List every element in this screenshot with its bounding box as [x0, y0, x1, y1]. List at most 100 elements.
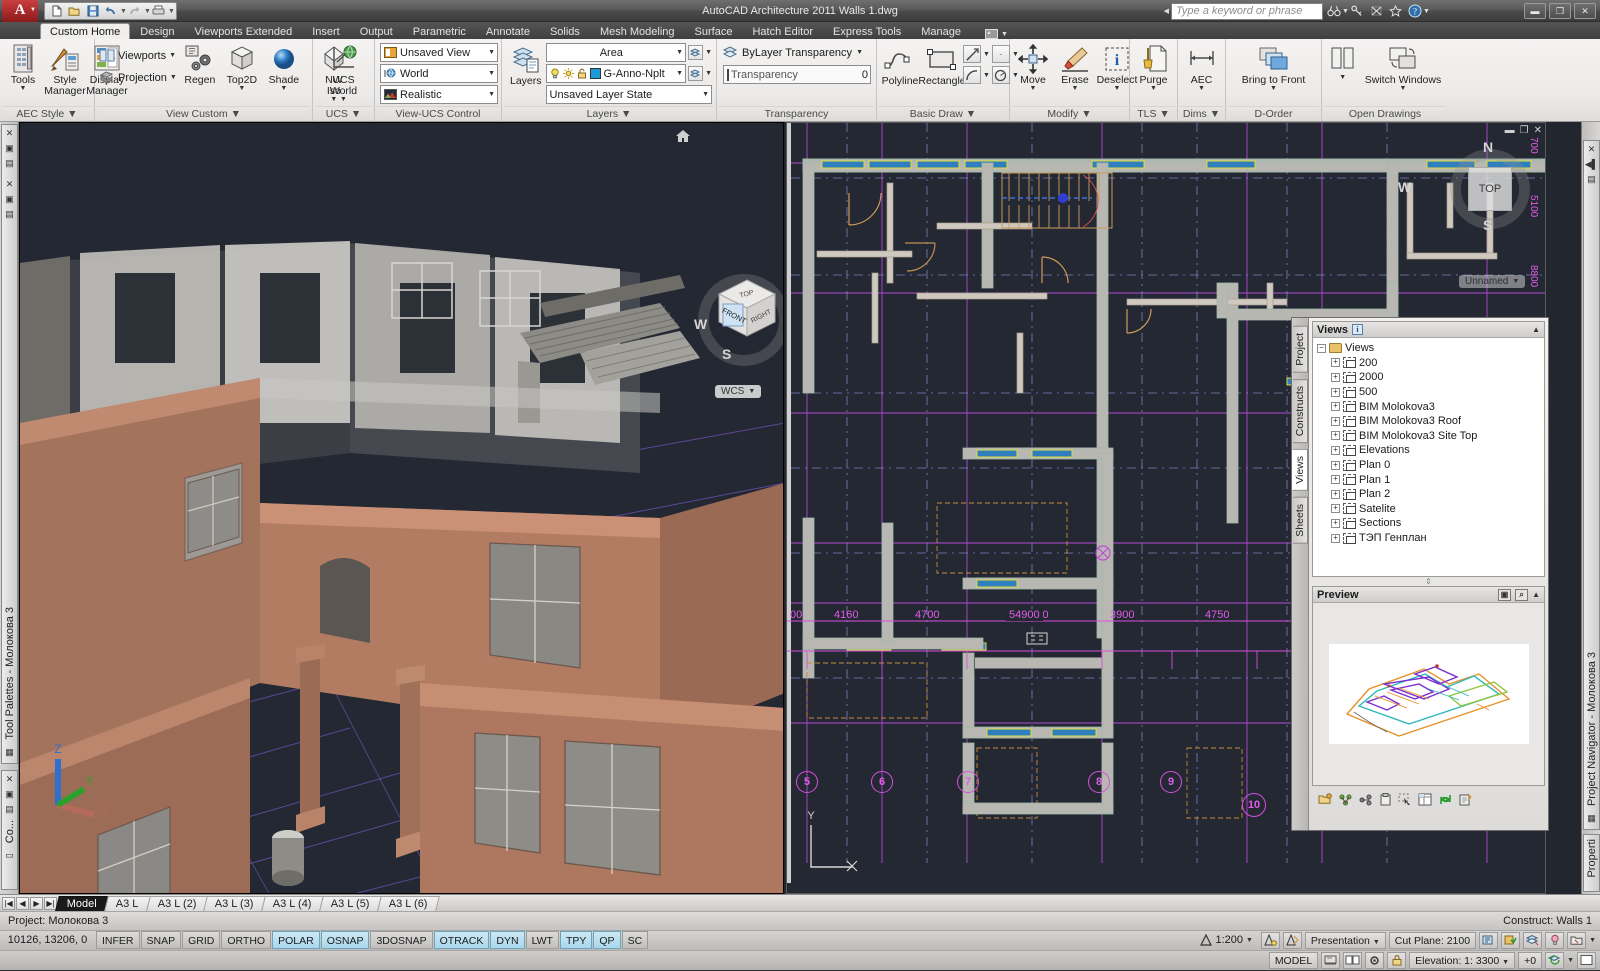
ucs-combo[interactable]: World ▼: [380, 64, 498, 83]
tree-item-plan-0[interactable]: + Plan 0: [1315, 458, 1542, 473]
expand-toggle-icon[interactable]: +: [1331, 431, 1340, 440]
properties-icon[interactable]: ▤: [3, 803, 16, 816]
new-view-icon[interactable]: [1316, 790, 1334, 808]
status-overflow-icon[interactable]: ▼: [1567, 957, 1574, 964]
arc-icon[interactable]: [963, 66, 981, 84]
close-icon[interactable]: ✕: [3, 178, 16, 191]
quick-view-drawings-icon[interactable]: [1321, 952, 1340, 969]
unnamed-ucs-selector[interactable]: Unnamed ▼: [1459, 275, 1525, 288]
search-input[interactable]: Type a keyword or phrase: [1171, 3, 1323, 20]
tree-item-plan-1[interactable]: + Plan 1: [1315, 472, 1542, 487]
chevron-down-icon[interactable]: ▼: [676, 49, 683, 56]
expand-toggle-icon[interactable]: +: [1331, 358, 1340, 367]
arc-dropdown-caret[interactable]: ▼: [983, 72, 990, 79]
tool-palettes-icon[interactable]: ▦: [3, 746, 16, 759]
new-icon[interactable]: [48, 3, 65, 19]
chevron-down-icon[interactable]: ▼: [702, 91, 709, 98]
palette-splitter[interactable]: ⇕: [1312, 577, 1545, 586]
preview-pane-icon[interactable]: ▣: [1498, 589, 1511, 601]
isolate-objects-icon[interactable]: [1567, 932, 1586, 949]
shade-button[interactable]: Shade ▼: [263, 42, 305, 92]
tab-hatch-editor[interactable]: Hatch Editor: [742, 23, 823, 39]
compass-n-2d[interactable]: N: [1483, 139, 1493, 155]
cut-plane-control[interactable]: Cut Plane: 2100: [1389, 932, 1476, 949]
properties-icon[interactable]: ▤: [3, 157, 16, 170]
tree-item-2000[interactable]: + 2000: [1315, 370, 1542, 385]
search-binoculars-icon[interactable]: [1325, 2, 1342, 20]
tree-item-bim-molokova3[interactable]: + BIM Molokova3: [1315, 399, 1542, 414]
next-tab-button[interactable]: ▶: [30, 897, 43, 910]
toggle-tpy[interactable]: TPY: [560, 931, 592, 949]
close-icon[interactable]: ✕: [3, 773, 16, 786]
viewcube-3d[interactable]: N W E S TOP FRONT RIGHT: [692, 268, 784, 378]
switch-windows-dropdown-caret[interactable]: ▼: [1400, 86, 1407, 91]
tab-output[interactable]: Output: [350, 23, 403, 39]
panel-title-basic-draw[interactable]: Basic Draw ▼: [879, 106, 1007, 121]
panel-title-transparency[interactable]: Transparency: [719, 106, 874, 121]
tile-windows-button[interactable]: ▼: [1325, 42, 1361, 81]
regenerate-icon[interactable]: [1336, 790, 1354, 808]
tree-item-elevations[interactable]: + Elevations: [1315, 443, 1542, 458]
purge-dropdown-caret[interactable]: ▼: [1150, 86, 1157, 91]
toggle-grid[interactable]: GRID: [182, 931, 220, 949]
project-navigator-icon[interactable]: ▦: [1585, 812, 1598, 825]
chevron-down-icon[interactable]: ▼: [748, 388, 755, 395]
layer-filter-combo[interactable]: Area ▼: [546, 43, 687, 62]
tab-design[interactable]: Design: [130, 23, 184, 39]
toggle-otrack[interactable]: OTRACK: [434, 931, 490, 949]
transparency-field[interactable]: Transparency 0: [723, 65, 871, 84]
compass-s-2d[interactable]: S: [1483, 217, 1492, 233]
palette-tab-project[interactable]: Project: [1293, 326, 1308, 373]
layer-states-dropdown-caret[interactable]: ▼: [705, 70, 712, 77]
expand-toggle-icon[interactable]: +: [1331, 519, 1340, 528]
tab-a3l-6[interactable]: A3 L (6): [377, 896, 439, 911]
layer-state-combo[interactable]: Unsaved Layer State ▼: [546, 85, 712, 104]
minimize-button[interactable]: ▬: [1524, 3, 1546, 19]
purge-button[interactable]: Purge ▼: [1133, 42, 1175, 92]
rectangle-button[interactable]: Rectangle: [921, 43, 963, 88]
viewcube-top-face[interactable]: TOP: [1468, 167, 1512, 211]
erase-dropdown-caret[interactable]: ▼: [1072, 86, 1079, 91]
info-icon[interactable]: i: [1352, 324, 1363, 335]
space-indicator[interactable]: MODEL: [1269, 952, 1318, 969]
move-dropdown-caret[interactable]: ▼: [1030, 86, 1037, 91]
tab-a3l-4[interactable]: A3 L (4): [261, 896, 323, 911]
search-dropdown-caret[interactable]: ▼: [1342, 8, 1347, 15]
tab-mesh-modeling[interactable]: Mesh Modeling: [590, 23, 685, 39]
viewcube-2d[interactable]: N S W TOP: [1442, 141, 1538, 237]
tab-annotate[interactable]: Annotate: [476, 23, 540, 39]
chevron-down-icon[interactable]: ▼: [488, 49, 495, 56]
tools-dropdown-caret[interactable]: ▼: [20, 86, 27, 91]
layer-properties-icon[interactable]: [688, 45, 703, 60]
expand-toggle-icon[interactable]: +: [1331, 534, 1340, 543]
annotation-auto-scale-icon[interactable]: [1283, 932, 1302, 949]
autohide-icon[interactable]: ▣: [3, 193, 16, 206]
open-icon[interactable]: [66, 3, 83, 19]
toggle-sc[interactable]: SC: [622, 931, 649, 949]
undo-icon[interactable]: [102, 3, 119, 19]
lighting-icon[interactable]: [1545, 932, 1564, 949]
tree-root[interactable]: − Views: [1315, 341, 1542, 356]
viewport-minimize-button[interactable]: ▬: [1505, 125, 1515, 136]
refresh-icon[interactable]: [1436, 790, 1454, 808]
fullscreen-icon[interactable]: [1577, 952, 1596, 969]
properties-dock[interactable]: Properti: [1583, 834, 1600, 892]
tree-item-plan-2[interactable]: + Plan 2: [1315, 487, 1542, 502]
tab-solids[interactable]: Solids: [540, 23, 590, 39]
coordinates-display[interactable]: 10126, 13206, 0: [0, 930, 95, 950]
key-icon[interactable]: [1349, 2, 1366, 20]
expand-toggle-icon[interactable]: +: [1331, 417, 1340, 426]
bring-to-front-button[interactable]: Bring to Front ▼: [1238, 42, 1310, 92]
tab-manage[interactable]: Manage: [911, 23, 971, 39]
panel-title-dims[interactable]: Dims ▼: [1180, 106, 1223, 121]
tab-parametric[interactable]: Parametric: [403, 23, 476, 39]
tool-palettes-dock[interactable]: ✕ ▣ ▤ ✕ ▣ ▤ Tool Palettes - Молокова 3 ▦: [1, 124, 18, 764]
expand-toggle-icon[interactable]: +: [1331, 388, 1340, 397]
qat-dropdown-caret[interactable]: ▼: [168, 8, 173, 15]
chevron-down-icon[interactable]: ▼: [1246, 937, 1253, 944]
autohide-icon[interactable]: ◀▌: [1585, 158, 1598, 171]
panel-title-ucs[interactable]: UCS ▼: [315, 106, 372, 121]
layer-display-icon[interactable]: [1523, 932, 1542, 949]
layer-properties-dropdown-caret[interactable]: ▼: [705, 49, 712, 56]
close-button[interactable]: ✕: [1574, 3, 1596, 19]
